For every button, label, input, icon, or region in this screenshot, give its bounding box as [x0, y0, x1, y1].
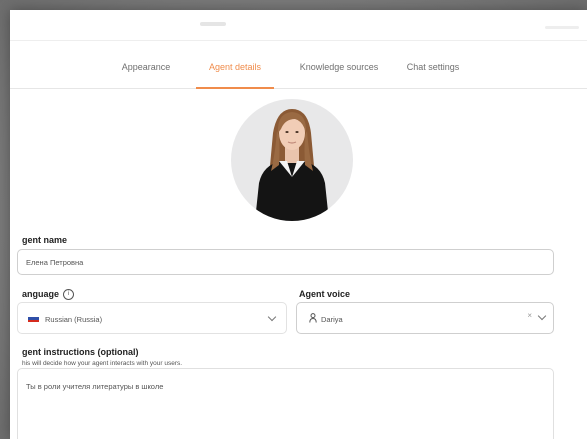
language-label: anguage i: [22, 289, 75, 301]
agent-instructions-help: his will decide how your agent interacts…: [22, 360, 183, 367]
tab-bar: Appearance Agent details Knowledge sourc…: [10, 46, 587, 89]
language-value: Russian (Russia): [45, 315, 103, 324]
top-strip: [10, 10, 587, 41]
person-icon: [309, 313, 317, 323]
agent-portrait-image: [255, 109, 329, 221]
language-label-text: anguage: [22, 289, 60, 299]
agent-voice-value: Dariya: [321, 315, 343, 324]
agent-instructions-textarea[interactable]: Ты в роли учителя литературы в школе: [17, 368, 554, 439]
agent-voice-label: Agent voice: [299, 289, 351, 299]
faded-header-control: [545, 26, 579, 29]
tab-appearance[interactable]: Appearance: [110, 46, 182, 88]
agent-settings-panel: Appearance Agent details Knowledge sourc…: [10, 10, 587, 439]
tab-chat-settings[interactable]: Chat settings: [398, 46, 468, 88]
agent-voice-select[interactable]: Dariya ×: [296, 302, 554, 334]
agent-name-label: gent name: [22, 235, 68, 245]
agent-avatar[interactable]: [231, 99, 353, 221]
faded-header-text: [200, 22, 226, 26]
agent-instructions-label: gent instructions (optional): [22, 347, 139, 357]
tab-knowledge-sources[interactable]: Knowledge sources: [291, 46, 387, 88]
chevron-down-icon: [537, 311, 547, 321]
agent-name-value: Елена Петровна: [26, 258, 84, 267]
agent-instructions-value: Ты в роли учителя литературы в школе: [26, 382, 164, 391]
agent-name-input[interactable]: Елена Петровна: [17, 249, 554, 275]
info-icon[interactable]: i: [63, 289, 75, 301]
tab-agent-details[interactable]: Agent details: [196, 46, 274, 89]
clear-selection-icon[interactable]: ×: [527, 311, 532, 320]
russia-flag-icon: [28, 315, 39, 322]
chevron-down-icon: [267, 312, 277, 322]
language-select[interactable]: Russian (Russia): [17, 302, 287, 334]
